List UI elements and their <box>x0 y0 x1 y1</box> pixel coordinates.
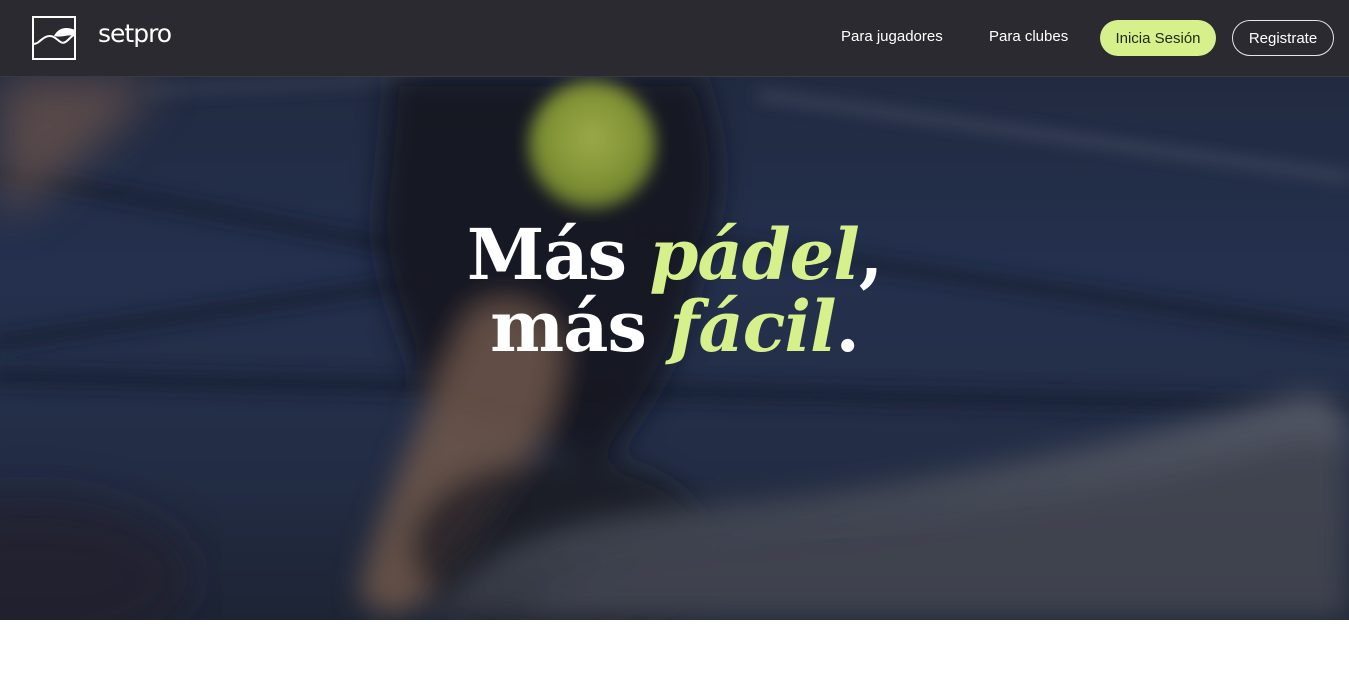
hero-headline: Más pádel, más fácil. <box>0 219 1349 363</box>
nav-link-para-clubes[interactable]: Para clubes <box>989 28 1068 45</box>
headline-punctuation: . <box>835 285 860 368</box>
brand-name[interactable]: setpro <box>98 19 172 48</box>
nav-link-para-jugadores[interactable]: Para jugadores <box>841 28 943 45</box>
top-navbar: setpro Para jugadores Para clubes Inicia… <box>0 0 1349 77</box>
headline-text: Más <box>466 213 650 296</box>
wave-square-logo-icon[interactable] <box>32 16 76 60</box>
content-area-below-hero <box>0 620 1349 686</box>
headline-accent-facil: fácil <box>669 285 836 368</box>
headline-line-1: Más pádel, <box>0 219 1349 291</box>
login-button[interactable]: Inicia Sesión <box>1100 20 1216 56</box>
hero-section: Más pádel, más fácil. <box>0 77 1349 620</box>
headline-punctuation: , <box>858 213 883 296</box>
headline-text: más <box>490 285 670 368</box>
headline-line-2: más fácil. <box>0 291 1349 363</box>
headline-accent-padel: pádel <box>649 213 859 296</box>
register-button[interactable]: Registrate <box>1232 20 1334 56</box>
